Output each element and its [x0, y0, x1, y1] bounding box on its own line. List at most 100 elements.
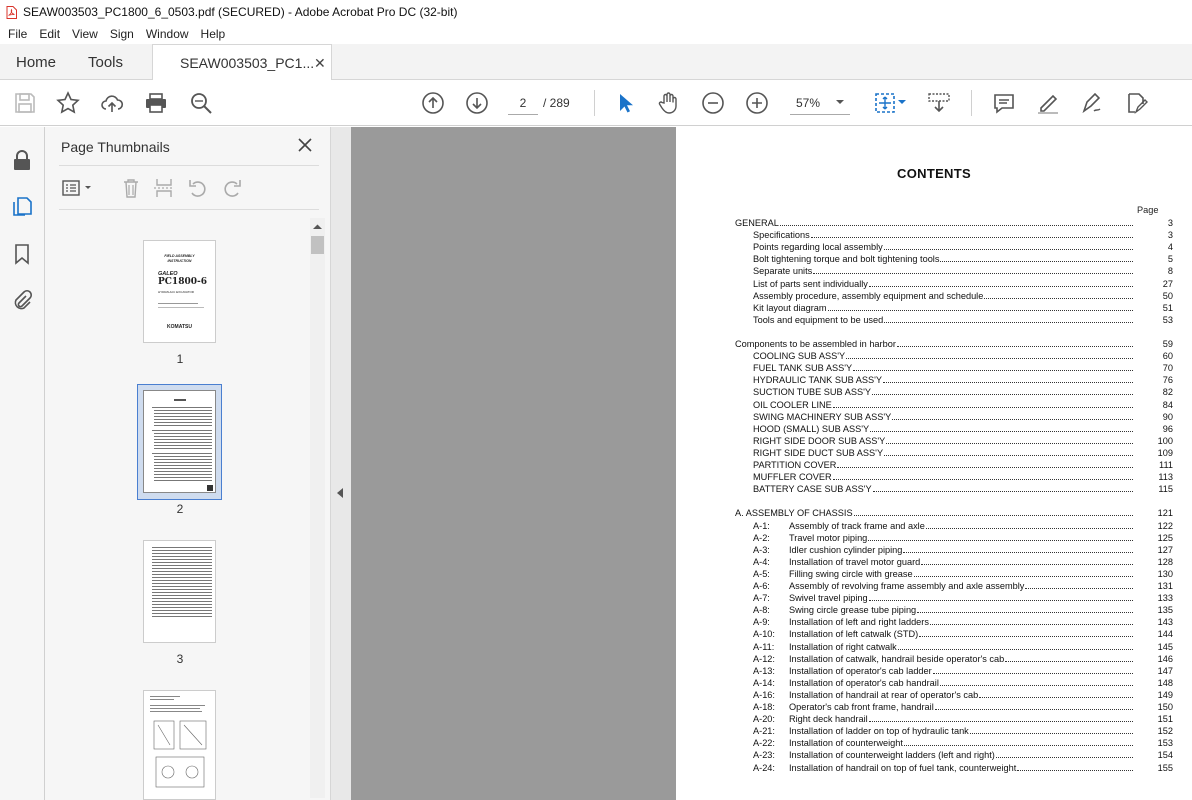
toc-entry-code: A-12:	[753, 653, 775, 664]
scroll-mode-icon[interactable]	[927, 91, 951, 115]
toolbar-separator	[594, 90, 595, 116]
zoom-search-icon[interactable]	[189, 91, 213, 115]
toc-row: RIGHT SIDE DUCT SUB ASS'Y 109	[753, 446, 1173, 459]
toc-entry-text: RIGHT SIDE DOOR SUB ASS'Y	[753, 434, 887, 447]
toc-entry-text: OIL COOLER LINE	[753, 398, 833, 411]
toc-entry-text: A-12: Installation of catwalk, handrail b…	[753, 652, 1006, 665]
toc-page-number: 5	[1143, 253, 1173, 266]
toc-leader-dots	[897, 641, 1133, 650]
toc-page-number: 125	[1143, 531, 1173, 544]
toc-entry-title: Points regarding local assembly	[753, 242, 883, 253]
toc-entry-text: A-20: Right deck handrail	[753, 713, 869, 726]
toc-entry-text: Points regarding local assembly	[753, 241, 884, 254]
delete-page-icon[interactable]	[120, 177, 142, 199]
toc-entry-title: Idler cushion cylinder piping	[789, 544, 903, 555]
toc-entry-title: PARTITION COVER	[753, 460, 837, 470]
toc-entry-title: Installation of right catwalk	[789, 641, 897, 652]
toc-row: HYDRAULIC TANK SUB ASS'Y 76	[753, 374, 1173, 387]
toc-row: Assembly procedure, assembly equipment a…	[753, 289, 1173, 302]
toc-leader-dots	[1017, 762, 1133, 771]
cloud-upload-icon[interactable]	[100, 91, 124, 115]
comment-icon[interactable]	[992, 91, 1016, 115]
toc-page-number: 149	[1143, 688, 1173, 701]
close-panel-icon[interactable]	[297, 137, 313, 153]
rotate-right-icon[interactable]	[221, 177, 243, 199]
next-page-icon[interactable]	[465, 91, 489, 115]
toc-entry-title: Installation of handrail at rear of oper…	[789, 689, 979, 700]
toc-leader-dots	[921, 556, 1133, 565]
thumbnail-options-icon[interactable]	[61, 177, 95, 199]
menu-edit[interactable]: Edit	[39, 27, 60, 41]
attachment-icon[interactable]	[11, 289, 33, 311]
tab-tools[interactable]: Tools	[88, 44, 123, 80]
toc-leader-dots	[832, 399, 1133, 408]
close-tab-icon[interactable]: ✕	[314, 55, 326, 72]
toc-entry-title: RIGHT SIDE DOOR SUB ASS'Y	[753, 435, 886, 446]
toc-entry-title: A. ASSEMBLY OF CHASSIS	[735, 508, 853, 519]
bookmark-icon[interactable]	[11, 243, 33, 265]
page-thumbnail-2[interactable]	[143, 390, 216, 493]
toc-entry-title: Installation of operator's cab ladder	[789, 665, 932, 676]
toc-entry-code: A-22:	[753, 738, 775, 749]
tab-document[interactable]: SEAW003503_PC1... ✕	[152, 44, 332, 81]
toc-page-number: 60	[1143, 350, 1173, 363]
zoom-input[interactable]: 57%	[790, 91, 850, 115]
page-thumbnail-4[interactable]	[143, 690, 216, 800]
toc-entry-code: A-20:	[753, 714, 775, 725]
toc-entry-code: A-11:	[753, 641, 775, 652]
fill-sign-icon[interactable]	[1124, 91, 1148, 115]
page-thumbnail-3[interactable]	[143, 540, 216, 643]
previous-page-icon[interactable]	[421, 91, 445, 115]
rotate-left-icon[interactable]	[187, 177, 209, 199]
toc-leader-dots	[868, 278, 1133, 287]
star-icon[interactable]	[56, 91, 80, 115]
toc-page-number: 51	[1143, 301, 1173, 314]
draw-pen-icon[interactable]	[1080, 91, 1104, 115]
toc-entry-text: A-9: Installation of left and right ladde…	[753, 616, 930, 629]
fit-page-icon[interactable]	[873, 91, 897, 115]
toc-page-number: 76	[1143, 374, 1173, 387]
toc-page-number: 127	[1143, 543, 1173, 556]
toc-entry-text: A-1: Assembly of track frame and axle	[753, 519, 926, 532]
page-thumbnail-1[interactable]: FIELD ASSEMBLY INSTRUCTION GALEO PC1800-…	[143, 240, 216, 343]
print-icon[interactable]	[144, 91, 168, 115]
menu-help[interactable]: Help	[201, 27, 226, 41]
menu-sign[interactable]: Sign	[110, 27, 134, 41]
tab-home[interactable]: Home	[16, 44, 56, 80]
toc-entry-text: A-23: Installation of counterweight ladde…	[753, 749, 996, 762]
page-number-input[interactable]: 2	[508, 91, 538, 115]
menu-file[interactable]: File	[8, 27, 27, 41]
toc-row: Components to be assembled in harbor 59	[735, 338, 1173, 350]
toc-page-number: 153	[1143, 737, 1173, 750]
split-page-icon[interactable]	[153, 177, 175, 199]
toc-leader-dots	[932, 665, 1133, 674]
select-cursor-icon[interactable]	[613, 91, 637, 115]
menu-window[interactable]: Window	[146, 27, 189, 41]
collapse-arrow-icon[interactable]	[331, 486, 351, 500]
highlight-pen-icon[interactable]	[1036, 91, 1060, 115]
page-thumbnails-icon[interactable]	[11, 195, 33, 217]
lock-icon[interactable]	[11, 149, 33, 171]
toc-page-number: 96	[1143, 422, 1173, 435]
scrollbar-thumb[interactable]	[311, 236, 324, 254]
save-icon[interactable]	[13, 91, 37, 115]
thumbnail-scrollbar[interactable]	[310, 218, 325, 798]
toc-entry-text: A-22: Installation of counterweight	[753, 737, 904, 750]
menu-view[interactable]: View	[72, 27, 98, 41]
hand-tool-icon[interactable]	[656, 91, 680, 115]
zoom-out-icon[interactable]	[701, 91, 725, 115]
toc-page-number: 121	[1143, 507, 1173, 520]
toc-entry-text: A-3: Idler cushion cylinder piping	[753, 543, 904, 556]
toc-leader-dots	[896, 338, 1133, 347]
toc-leader-dots	[884, 447, 1133, 456]
toc-entry-title: Travel motor piping	[789, 532, 868, 543]
thumb1-rule	[158, 303, 198, 304]
zoom-in-icon[interactable]	[745, 91, 769, 115]
fit-dropdown-icon[interactable]	[897, 95, 907, 107]
scroll-up-icon[interactable]	[310, 220, 325, 234]
panel-collapse-bar[interactable]	[331, 127, 351, 800]
toc-leader-dots	[995, 749, 1133, 759]
toc-entry-text: RIGHT SIDE DUCT SUB ASS'Y	[753, 446, 885, 459]
toc-row: GENERAL 3	[735, 217, 1173, 229]
toc-row: A-13: Installation of operator's cab ladd…	[753, 664, 1173, 677]
